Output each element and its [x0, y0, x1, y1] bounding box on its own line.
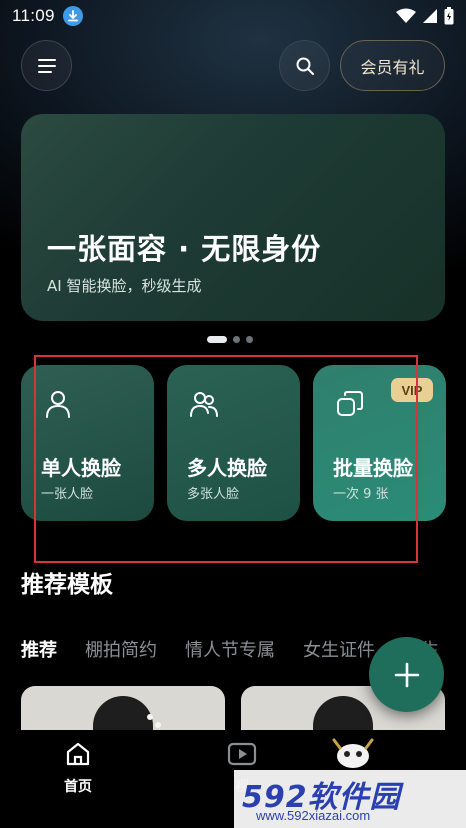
card-title: 批量换脸 — [333, 456, 413, 480]
feature-cards: 单人换脸 一张人脸 多人换脸 多张人脸 VIP 批量换脸 一次 9 张 — [21, 365, 466, 521]
tab-recommended[interactable]: 推荐 — [21, 636, 57, 664]
video-icon — [227, 742, 257, 766]
watermark-url: www.592xiazai.com — [256, 808, 371, 823]
section-title: 推荐模板 — [21, 572, 113, 598]
nav-home[interactable]: 首页 — [48, 740, 108, 796]
people-icon — [190, 392, 218, 417]
carousel-dot — [246, 336, 253, 343]
wifi-icon — [396, 8, 416, 23]
battery-icon — [444, 7, 454, 25]
search-button[interactable] — [279, 40, 330, 91]
vip-gift-button[interactable]: 会员有礼 — [340, 40, 445, 91]
plus-icon — [394, 662, 419, 687]
home-icon — [66, 742, 90, 766]
top-bar: 会员有礼 — [0, 40, 466, 92]
site-watermark: 592软件园 www.592xiazai.com — [234, 770, 466, 828]
single-face-swap-card[interactable]: 单人换脸 一张人脸 — [21, 365, 154, 521]
card-subtitle: 多张人脸 — [187, 487, 240, 502]
mascot-icon — [332, 738, 374, 768]
batch-face-swap-card[interactable]: VIP 批量换脸 一次 9 张 — [313, 365, 446, 521]
add-button[interactable] — [369, 637, 444, 712]
status-indicators — [396, 7, 454, 25]
multi-face-swap-card[interactable]: 多人换脸 多张人脸 — [167, 365, 300, 521]
banner-title: 一张面容 · 无限身份 — [47, 232, 322, 266]
signal-icon — [423, 9, 437, 23]
tab-valentines[interactable]: 情人节专属 — [185, 636, 275, 664]
copy-icon — [337, 391, 363, 416]
pearl-ornament — [147, 714, 153, 720]
search-icon — [296, 57, 314, 75]
pearl-ornament — [155, 722, 161, 728]
card-title: 多人换脸 — [187, 456, 267, 480]
card-subtitle: 一次 9 张 — [333, 487, 389, 502]
tab-female-id[interactable]: 女生证件 — [303, 636, 375, 664]
carousel-dot-active — [207, 336, 227, 343]
carousel-indicator — [207, 336, 253, 343]
carousel-dot — [233, 336, 240, 343]
card-subtitle: 一张人脸 — [41, 487, 94, 502]
vip-badge: VIP — [391, 378, 433, 402]
person-icon — [46, 391, 70, 418]
hamburger-icon — [37, 58, 56, 73]
status-time: 11:09 — [12, 6, 55, 25]
tab-studio-simple[interactable]: 棚拍简约 — [85, 636, 157, 664]
status-bar: 11:09 — [0, 0, 466, 32]
card-title: 单人换脸 — [41, 456, 121, 480]
download-icon — [62, 6, 83, 26]
nav-home-label: 首页 — [64, 779, 92, 795]
hero-banner[interactable]: 一张面容 · 无限身份 AI 智能换脸，秒级生成 — [21, 114, 445, 321]
menu-button[interactable] — [21, 40, 72, 91]
banner-subtitle: AI 智能换脸，秒级生成 — [47, 277, 202, 295]
